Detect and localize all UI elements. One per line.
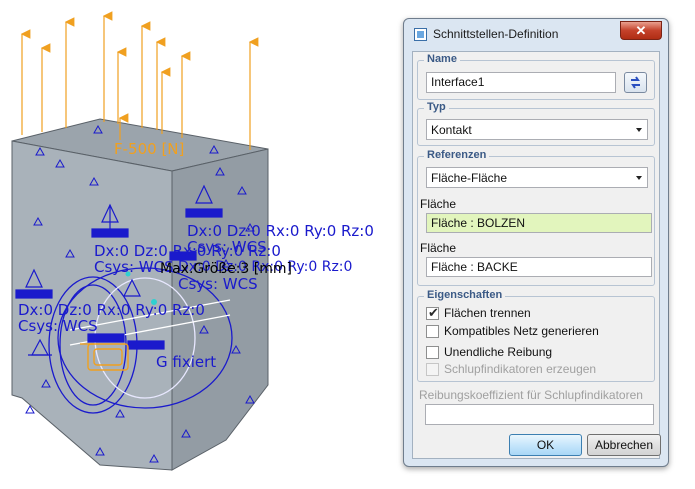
name-pick-button[interactable] [624,72,647,93]
constraint-label: Dx:0 Dz:0 Rx:0 Ry:0 Rz:0 [94,242,281,260]
separate-surfaces-label[interactable]: Flächen trennen [444,306,531,320]
typ-group: Typ Kontakt [417,101,655,146]
compatible-mesh-label[interactable]: Kompatibles Netz generieren [444,324,599,338]
constraint-csys-label: Csys: WCS [18,317,98,335]
slip-indicators-checkbox [426,363,439,376]
reference-2-field[interactable]: Fläche : BACKE [426,257,652,277]
dialog-client: Name Interface1 Typ Kontakt Referenzen F… [412,51,661,459]
eigenschaften-group-title: Eigenschaften [424,289,506,301]
separate-surfaces-checkbox[interactable]: ✔ [426,305,439,320]
slip-indicators-label: Schlupfindikatoren erzeugen [444,362,597,376]
dropdown-arrow-icon [636,128,642,132]
reference-2-label: Fläche [420,241,457,255]
typ-group-title: Typ [424,101,449,113]
infinite-friction-checkbox[interactable] [426,346,439,359]
name-group: Name Interface1 [417,53,655,100]
friction-coefficient-input [425,404,654,425]
type-select-value: Kontakt [431,123,472,137]
cancel-button[interactable]: Abbrechen [587,434,661,456]
refresh-icon [631,76,640,89]
infinite-friction-label[interactable]: Unendliche Reibung [444,345,552,359]
ok-button[interactable]: OK [509,434,582,456]
friction-coefficient-label: Reibungskoeffizient für Schlupfindikator… [419,388,643,402]
interface-definition-dialog: Schnittstellen-Definition ✕ Name Interfa… [403,18,669,467]
reference-1-field[interactable]: Fläche : BOLZEN [426,213,652,233]
model-viewport[interactable]: F-500 [N] Dx:0 Dz:0 Rx:0 Ry:0 Rz:0 Csys:… [0,0,400,489]
constraint-label: Dx:0 Dz:0 Rx:0 Ry:0 Rz:0 [18,301,205,319]
reference-type-select[interactable]: Fläche-Fläche [426,167,648,188]
close-button[interactable]: ✕ [620,21,662,40]
load-label: F-500 [N] [114,140,185,158]
reference-type-value: Fläche-Fläche [431,171,508,185]
dialog-titlebar[interactable]: Schnittstellen-Definition ✕ [404,19,668,51]
constraint-label: Dx:0 Dz:0 Rx:0 Ry:0 Rz:0 [187,222,374,240]
name-input[interactable]: Interface1 [426,72,616,93]
name-group-title: Name [424,53,460,65]
fixed-label: G fixiert [156,353,217,371]
referenzen-group: Referenzen Fläche-Fläche Fläche Fläche :… [417,149,655,286]
checkmark-icon: ✔ [428,305,439,320]
dialog-title: Schnittstellen-Definition [433,27,559,41]
compatible-mesh-checkbox[interactable] [426,325,439,338]
constraint-csys-label: Csys: WCS [178,275,258,293]
referenzen-group-title: Referenzen [424,149,490,161]
mesh-size-label: Max.Größe:3 [mm] [160,261,292,277]
dropdown-arrow-icon [636,176,642,180]
eigenschaften-group: Eigenschaften ✔ Flächen trennen Kompatib… [417,289,655,382]
type-select[interactable]: Kontakt [426,119,648,140]
reference-1-label: Fläche [420,197,457,211]
window-icon [414,28,427,41]
